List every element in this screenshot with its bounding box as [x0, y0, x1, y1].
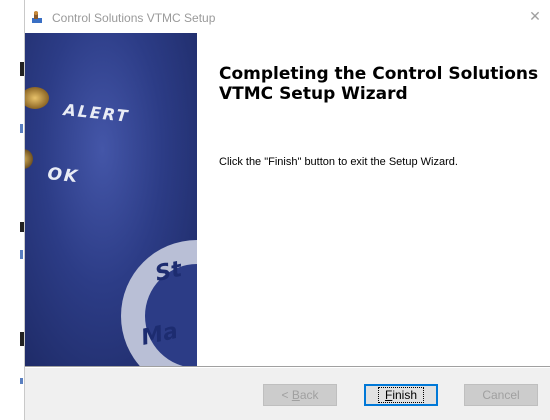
background-link-fragment — [20, 124, 23, 133]
banner-ok-label: OK — [46, 164, 80, 187]
wizard-banner-image: ALERT OK St Ma — [25, 33, 197, 366]
setup-dialog: Control Solutions VTMC Setup ✕ ALERT OK — [24, 0, 550, 420]
cancel-button-label: Cancel — [482, 388, 520, 402]
back-button-mnemonic: B — [291, 388, 300, 402]
background-window-edge — [0, 0, 24, 420]
wizard-content-panel: Completing the Control Solutions VTMC Se… — [197, 33, 550, 366]
title-bar[interactable]: Control Solutions VTMC Setup ✕ — [25, 0, 550, 33]
installer-icon — [32, 11, 42, 23]
alert-lamp — [25, 87, 49, 109]
background-link-fragment — [20, 250, 23, 259]
button-area-divider-highlight — [25, 367, 550, 368]
back-button-prefix: < — [281, 388, 292, 402]
window-title: Control Solutions VTMC Setup — [52, 11, 216, 25]
finish-button-label: inish — [392, 388, 418, 402]
back-button-label: ack — [299, 388, 319, 402]
background-link-fragment — [20, 378, 23, 384]
cancel-button[interactable]: Cancel — [464, 384, 538, 406]
banner-alert-label: ALERT — [61, 100, 131, 126]
close-icon[interactable]: ✕ — [523, 5, 547, 29]
back-button[interactable]: < Back — [263, 384, 337, 406]
completion-message: Click the "Finish" button to exit the Se… — [219, 156, 458, 168]
page-title: Completing the Control Solutions VTMC Se… — [219, 64, 539, 104]
finish-button[interactable]: Finish — [364, 384, 438, 406]
ok-lamp — [25, 149, 33, 169]
